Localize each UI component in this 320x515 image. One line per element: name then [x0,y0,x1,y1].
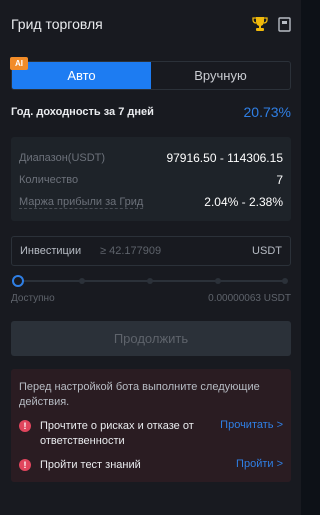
book-icon[interactable] [278,16,291,32]
range-label: Диапазон(USDT) [19,152,106,164]
ai-badge: AI [10,57,28,70]
notice-item-text: Пройти тест знаний [40,459,141,471]
investment-unit: USDT [252,245,282,257]
panel-title: Грид торговля [11,16,103,32]
warning-icon: ! [19,459,31,471]
available-label: Доступно [11,293,55,304]
notice-item-risk: ! Прочтите о рисках и отказе от ответств… [19,419,283,449]
quantity-value: 7 [276,173,283,187]
investment-slider[interactable] [12,274,291,288]
slider-tick[interactable] [79,278,85,284]
available-row: Доступно 0.00000063 USDT [11,293,291,307]
available-value: 0.00000063 USDT [208,293,291,304]
slider-knob[interactable] [12,275,24,287]
yield-value: 20.73% [243,104,291,120]
range-row: Диапазон(USDT) 97916.50 - 114306.15 [19,147,283,169]
range-value: 97916.50 - 114306.15 [166,151,283,165]
auto-mode-button[interactable]: Авто [12,62,151,89]
margin-row: Маржа прибыли за Грид 2.04% - 2.38% [19,191,283,213]
warning-icon: ! [19,420,31,432]
quantity-row: Количество 7 [19,169,283,191]
requirements-notice: Перед настройкой бота выполните следующи… [11,369,291,482]
margin-label[interactable]: Маржа прибыли за Грид [19,196,144,209]
slider-tick[interactable] [147,278,153,284]
slider-tick[interactable] [215,278,221,284]
investment-field[interactable]: Инвестиции ≥ 42.177909 USDT [11,236,291,266]
panel-header: Грид торговля [11,14,291,34]
read-link[interactable]: Прочитать > [220,419,283,431]
slider-tick[interactable] [282,278,288,284]
investment-input[interactable]: ≥ 42.177909 [100,245,252,257]
investment-label: Инвестиции [20,245,82,257]
continue-button[interactable]: Продолжить [11,321,291,356]
manual-mode-button[interactable]: Вручную [151,62,290,89]
notice-item-text: Прочтите о рисках и отказе от ответствен… [40,420,194,447]
yield-row: Год. доходность за 7 дней 20.73% [11,103,291,121]
grid-info-box: Диапазон(USDT) 97916.50 - 114306.15 Коли… [11,137,291,221]
take-test-link[interactable]: Пройти > [236,458,283,470]
header-icons [252,16,291,32]
grid-trading-panel: Грид торговля AI Авто Вручную Год. доход… [0,0,301,515]
margin-value: 2.04% - 2.38% [204,195,283,209]
trophy-icon[interactable] [252,16,268,32]
yield-label: Год. доходность за 7 дней [11,106,154,118]
notice-item-test: ! Пройти тест знаний Пройти > [19,458,283,473]
quantity-label: Количество [19,174,79,186]
notice-intro: Перед настройкой бота выполните следующи… [19,381,260,408]
mode-switch: Авто Вручную [11,61,291,90]
